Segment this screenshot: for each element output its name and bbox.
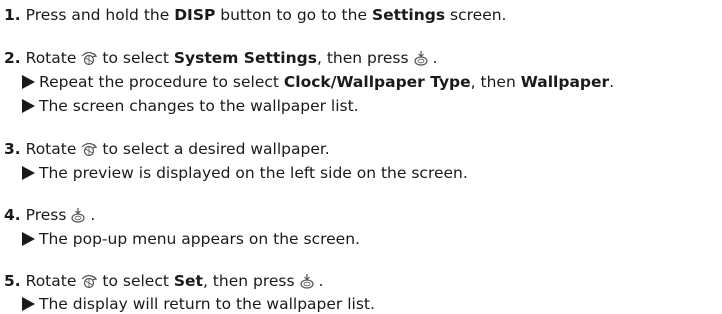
step-2-result-2: The screen changes to the wallpaper list… <box>22 97 359 115</box>
step-number: 1. <box>4 6 21 24</box>
instruction-document: 1. Press and hold the DISP button to go … <box>0 0 722 314</box>
result-text: The display will return to the wallpaper… <box>39 295 375 313</box>
step-2-result-1: Repeat the procedure to select Clock/Wal… <box>22 73 614 91</box>
step-text: Rotate <box>25 49 77 67</box>
step-1: 1. Press and hold the DISP button to go … <box>4 6 507 24</box>
screen-name: Settings <box>371 6 446 24</box>
result-text: . <box>609 73 615 91</box>
menu-item-name: Clock/Wallpaper Type <box>283 73 471 91</box>
step-text: . <box>432 49 438 67</box>
step-text: . <box>90 206 96 224</box>
step-text: to select <box>102 272 174 290</box>
step-text: Rotate <box>25 272 77 290</box>
step-5: 5. Rotate to select Set, then press. <box>4 272 323 293</box>
step-number: 3. <box>4 140 21 158</box>
press-icon <box>299 273 315 293</box>
result-text: The pop-up menu appears on the screen. <box>39 230 360 248</box>
step-3: 3. Rotate to select a desired wallpaper. <box>4 140 330 161</box>
press-icon <box>413 50 429 70</box>
step-text: to select <box>102 49 174 67</box>
button-name: DISP <box>174 6 216 24</box>
press-icon <box>70 207 86 227</box>
dial-icon <box>80 141 98 161</box>
step-5-result-1: The display will return to the wallpaper… <box>22 295 375 313</box>
result-arrow-icon <box>22 297 35 311</box>
step-number: 5. <box>4 272 21 290</box>
step-text: . <box>318 272 324 290</box>
step-text: Rotate <box>25 140 77 158</box>
menu-item-name: Wallpaper <box>520 73 610 91</box>
result-text: Repeat the procedure to select <box>39 73 284 91</box>
step-text: , then press <box>202 272 295 290</box>
result-arrow-icon <box>22 99 35 113</box>
step-text: Press <box>25 206 67 224</box>
dial-icon <box>80 50 98 70</box>
step-text: Press and hold the <box>25 6 175 24</box>
step-number: 2. <box>4 49 21 67</box>
step-text: screen. <box>445 6 507 24</box>
step-text: button to go to the <box>215 6 372 24</box>
step-text: , then press <box>316 49 409 67</box>
dial-icon <box>80 273 98 293</box>
step-text: to select a desired wallpaper. <box>102 140 330 158</box>
step-4-result-1: The pop-up menu appears on the screen. <box>22 230 360 248</box>
result-text: , then <box>470 73 521 91</box>
step-number: 4. <box>4 206 21 224</box>
result-arrow-icon <box>22 232 35 246</box>
menu-item-name: Set <box>173 272 203 290</box>
step-3-result-1: The preview is displayed on the left sid… <box>22 164 468 182</box>
result-text: The screen changes to the wallpaper list… <box>39 97 359 115</box>
menu-item-name: System Settings <box>173 49 317 67</box>
result-text: The preview is displayed on the left sid… <box>39 164 468 182</box>
result-arrow-icon <box>22 166 35 180</box>
result-arrow-icon <box>22 75 35 89</box>
step-4: 4. Press. <box>4 206 95 227</box>
step-2: 2. Rotate to select System Settings, then… <box>4 49 438 70</box>
